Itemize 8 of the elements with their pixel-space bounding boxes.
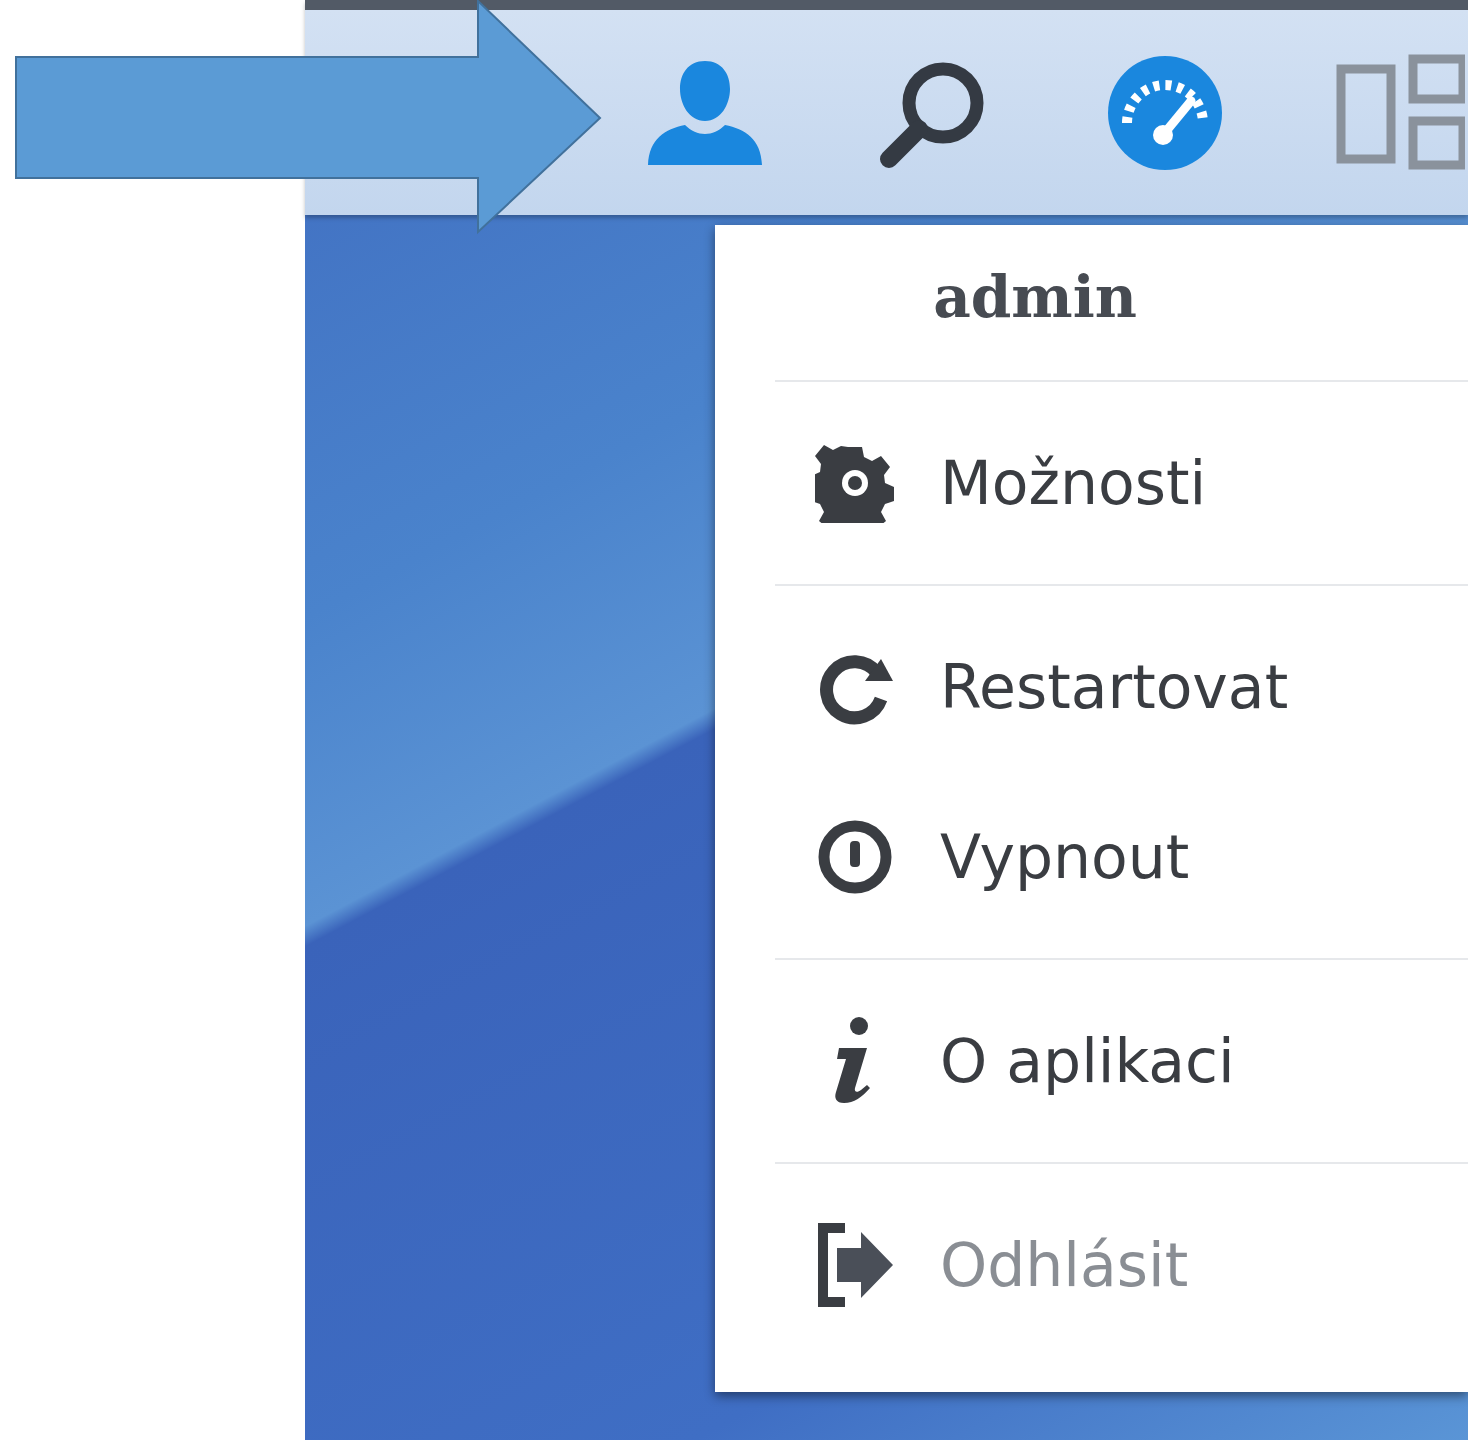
logout-icon — [815, 1220, 895, 1310]
menu-item[interactable]: O aplikaci — [775, 976, 1468, 1146]
menu-item[interactable]: Možnosti — [775, 398, 1468, 568]
user-name: admin — [932, 263, 1138, 331]
menu-item[interactable]: Restartovat — [775, 602, 1468, 772]
gear-icon — [815, 443, 895, 523]
widgets-icon[interactable] — [1335, 52, 1465, 173]
menu-item[interactable]: Vypnout — [775, 772, 1468, 942]
